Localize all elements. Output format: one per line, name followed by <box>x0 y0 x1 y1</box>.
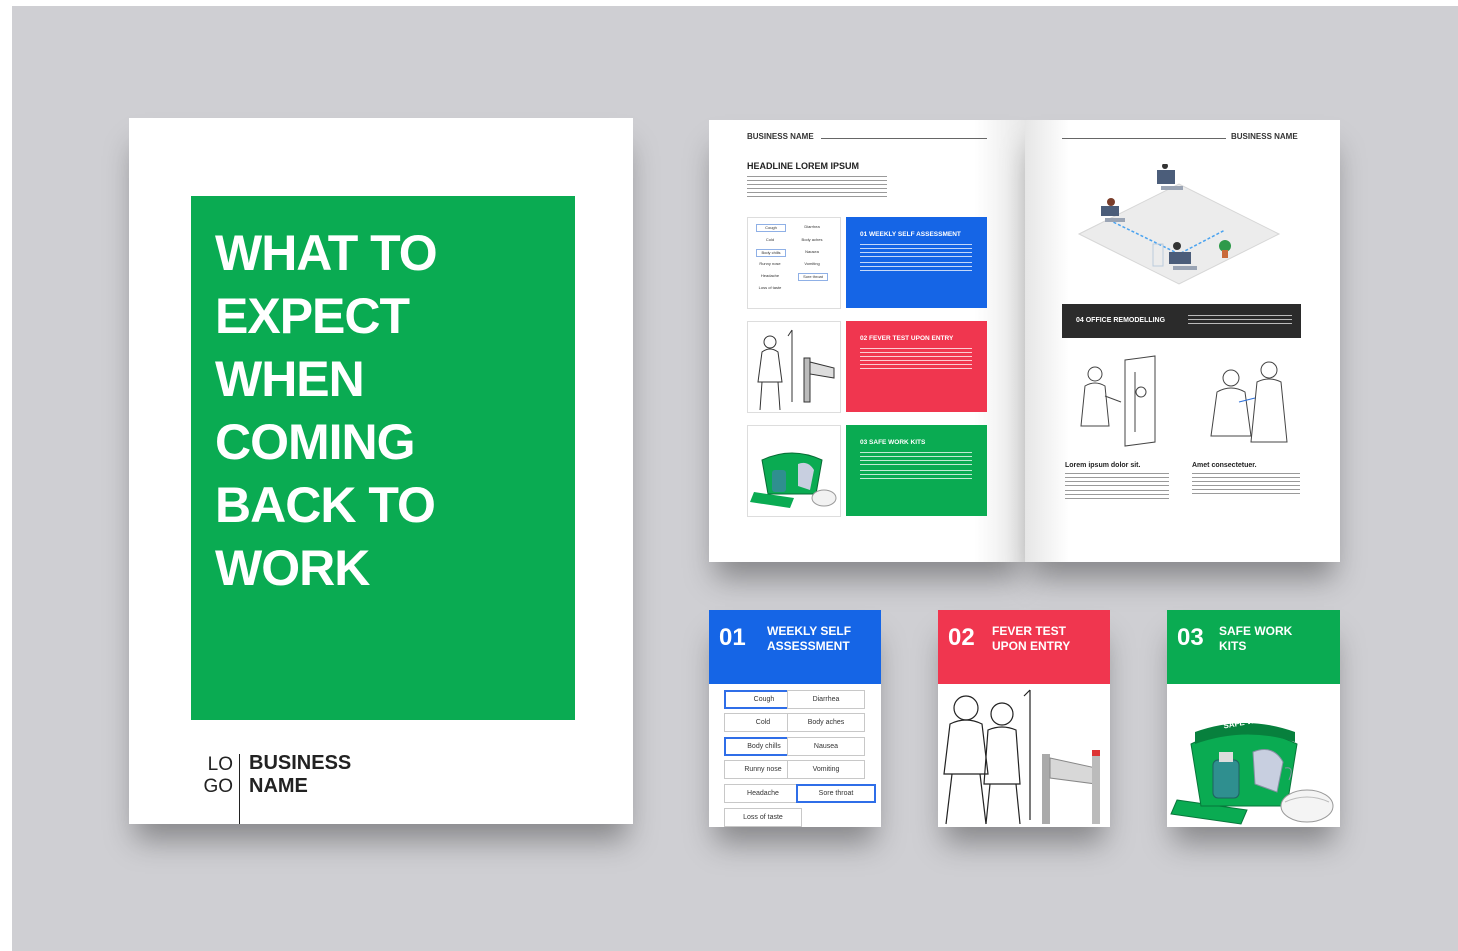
card-weekly-self-assessment: 01 WEEKLY SELF ASSESSMENT Cough Diarrhea… <box>709 610 881 827</box>
card-number: 01 <box>719 624 746 651</box>
block-paragraph <box>860 262 972 274</box>
symptom-chip-sore-throat[interactable]: Sore throat <box>796 784 876 803</box>
fever-test-sketch <box>938 684 1110 827</box>
intro-paragraph <box>747 192 887 200</box>
symptom-chip-headache[interactable]: Headache <box>724 784 802 803</box>
mini-chip: Diarrhea <box>804 224 820 229</box>
card-label: WEEKLY SELF ASSESSMENT <box>767 624 851 654</box>
office-remodelling-banner: 04 OFFICE REMODELLING <box>1062 304 1301 338</box>
symptom-chip-body-aches[interactable]: Body aches <box>787 713 865 732</box>
mini-chip: Headache <box>760 273 780 278</box>
column-paragraph <box>1065 490 1169 500</box>
symptom-thumbnail: Cough Diarrhea Cold Body aches Body chil… <box>747 217 841 309</box>
block-paragraph <box>860 244 972 258</box>
card-number: 03 <box>1177 624 1204 651</box>
left-page-header: BUSINESS NAME <box>747 132 814 141</box>
business-line: BUSINESS <box>249 752 352 774</box>
business-line: NAME <box>249 775 308 797</box>
logo-divider <box>239 754 240 824</box>
card-label-line: WEEKLY SELF <box>767 624 852 638</box>
cover-green-panel: WHAT TO EXPECT WHEN COMING BACK TO WORK <box>191 196 575 720</box>
card-header: 03 SAFE WORK KITS <box>1167 610 1340 684</box>
intro-paragraph <box>747 176 887 190</box>
symptom-chip-diarrhea[interactable]: Diarrhea <box>787 690 865 709</box>
block-paragraph <box>860 348 972 370</box>
safe-work-kits-block: 03 SAFE WORK KITS <box>846 425 987 516</box>
symptom-chip-nausea[interactable]: Nausea <box>787 737 865 756</box>
card-number: 02 <box>948 624 975 651</box>
sanitizer-sketch <box>1065 352 1175 452</box>
banner-title: 04 OFFICE REMODELLING <box>1076 317 1166 324</box>
fever-test-sketch-thumbnail <box>747 321 841 413</box>
column-paragraph <box>1192 473 1300 497</box>
column-title: Lorem ipsum dolor sit. <box>1065 462 1141 469</box>
block-title: 01 WEEKLY SELF ASSESSMENT <box>860 231 961 238</box>
card-label: FEVER TEST UPON ENTRY <box>992 624 1070 654</box>
header-rule <box>1062 138 1226 139</box>
cover-title-line: WORK <box>215 540 370 596</box>
fever-test-block: 02 FEVER TEST UPON ENTRY <box>846 321 987 412</box>
brochure-cover: WHAT TO EXPECT WHEN COMING BACK TO WORK … <box>129 118 633 824</box>
cover-business-name: BUSINESS NAME <box>249 752 351 798</box>
safe-work-kit-illustration: SAFE WORK KIT <box>1167 684 1340 827</box>
spread-left-page: BUSINESS NAME HEADLINE LOREM IPSUM Cough… <box>709 120 1025 562</box>
card-label-line: FEVER TEST <box>992 624 1067 638</box>
symptom-chip-loss-of-taste[interactable]: Loss of taste <box>724 808 802 827</box>
cover-title-line: COMING <box>215 414 416 470</box>
card-label: SAFE WORK KITS <box>1219 624 1292 654</box>
card-label-line: ASSESSMENT <box>767 639 850 653</box>
column-title: Amet consectetuer. <box>1192 462 1257 469</box>
card-header: 01 WEEKLY SELF ASSESSMENT <box>709 610 881 684</box>
mini-chip: Nausea <box>805 249 819 254</box>
mini-chip: Body aches <box>801 237 823 242</box>
weekly-self-assessment-block: 01 WEEKLY SELF ASSESSMENT <box>846 217 987 308</box>
block-paragraph <box>860 452 972 466</box>
card-label-line: UPON ENTRY <box>992 639 1071 653</box>
spread-right-page: BUSINESS NAME 04 OFFICE REMODELLING Lore… <box>1025 120 1340 562</box>
cover-title: WHAT TO EXPECT WHEN COMING BACK TO WORK <box>215 222 565 600</box>
mockup-background: WHAT TO EXPECT WHEN COMING BACK TO WORK … <box>12 6 1458 951</box>
card-fever-test: 02 FEVER TEST UPON ENTRY <box>938 610 1110 827</box>
block-title: 02 FEVER TEST UPON ENTRY <box>860 335 954 342</box>
card-label-line: SAFE WORK <box>1219 624 1293 638</box>
column-paragraph <box>1065 473 1169 487</box>
symptom-chip-vomiting[interactable]: Vomiting <box>787 760 865 779</box>
header-rule <box>821 138 987 139</box>
block-paragraph <box>860 470 972 480</box>
cover-title-line: BACK TO <box>215 477 436 533</box>
left-page-headline: HEADLINE LOREM IPSUM <box>747 161 860 171</box>
mini-chip: Vomiting <box>804 261 820 266</box>
mini-chip: Sore throat <box>798 273 828 281</box>
temperature-check-sketch <box>1195 352 1305 452</box>
isometric-office-illustration <box>1075 164 1285 304</box>
mini-chip: Cold <box>765 237 775 242</box>
card-label-line: KITS <box>1219 639 1247 653</box>
safe-work-kit-thumbnail <box>747 425 841 517</box>
block-title: 03 SAFE WORK KITS <box>860 439 926 446</box>
mini-chip: Body chills <box>756 249 786 257</box>
card-header: 02 FEVER TEST UPON ENTRY <box>938 610 1110 684</box>
logo-line: LO <box>207 754 233 775</box>
mini-chip: Cough <box>756 224 786 232</box>
cover-title-line: EXPECT <box>215 288 410 344</box>
right-page-header: BUSINESS NAME <box>1231 132 1298 141</box>
mini-chip: Runny nose <box>759 261 781 266</box>
cover-title-line: WHEN <box>215 351 365 407</box>
cover-title-line: WHAT TO <box>215 225 438 281</box>
banner-paragraph <box>1188 315 1292 327</box>
mini-chip: Loss of taste <box>758 285 782 290</box>
card-safe-work-kits: 03 SAFE WORK KITS SAFE WORK KIT <box>1167 610 1340 827</box>
logo-line: GO <box>203 776 233 797</box>
logo-placeholder: LO GO <box>199 754 233 798</box>
